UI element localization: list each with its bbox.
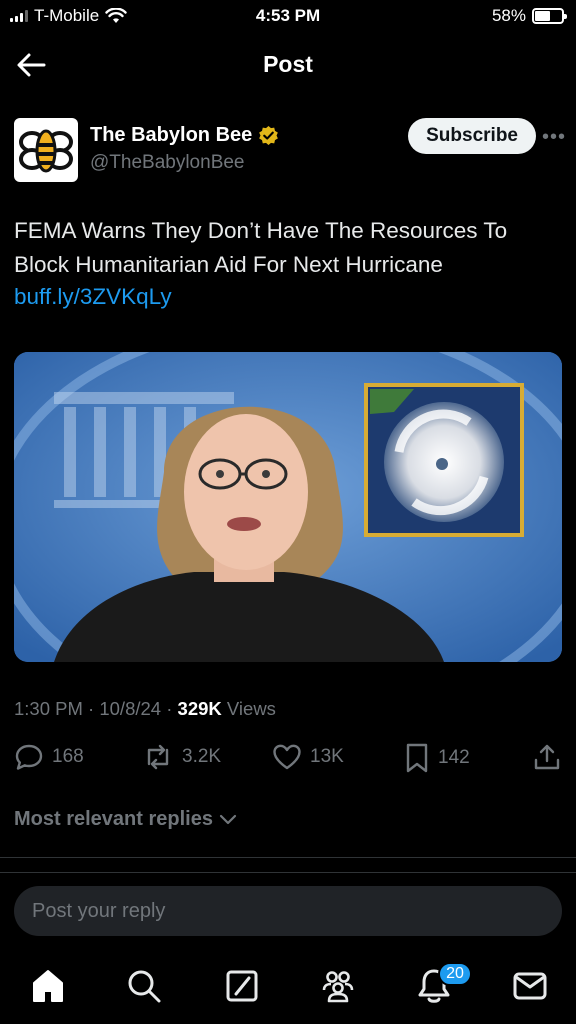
repost-button[interactable]: 3.2K [142, 742, 221, 772]
post-image[interactable] [14, 352, 562, 662]
heart-icon [273, 744, 301, 770]
share-icon [534, 744, 560, 770]
reply-input[interactable]: Post your reply [14, 886, 562, 936]
bookmark-count: 142 [438, 747, 470, 768]
reply-count: 168 [52, 746, 84, 767]
post-text: FEMA Warns They Don’t Have The Resources… [14, 218, 508, 277]
more-options-icon[interactable]: ••• [542, 126, 566, 149]
notification-badge: 20 [438, 962, 472, 986]
divider [0, 872, 576, 873]
communities-icon[interactable] [318, 966, 358, 1006]
battery-level [535, 11, 551, 21]
author-handle[interactable]: @TheBabylonBee [90, 152, 245, 174]
repost-count: 3.2K [182, 746, 222, 767]
views-label: Views [226, 698, 276, 719]
bee-logo-icon [19, 129, 73, 173]
reply-icon [15, 744, 43, 770]
share-button[interactable] [532, 742, 562, 772]
subscribe-button[interactable]: Subscribe [408, 118, 536, 154]
reply-button[interactable]: 168 [14, 742, 84, 772]
bottom-tab-bar [0, 956, 576, 1024]
battery-indicator: 58% [491, 6, 567, 26]
post-author: The Babylon Bee @TheBabylonBee Subscribe… [14, 116, 565, 186]
press-briefing-photo [14, 352, 562, 662]
like-count: 13K [310, 746, 344, 767]
divider [0, 857, 576, 858]
replies-sort-label: Most relevant replies [14, 808, 213, 830]
bookmark-icon [406, 743, 428, 773]
reply-placeholder: Post your reply [32, 900, 166, 922]
post-actions: 168 3.2K 13K 142 [14, 742, 562, 780]
grok-icon[interactable] [222, 966, 262, 1006]
repost-icon [147, 744, 169, 770]
status-bar: T-Mobile 4:53 PM 58% [0, 0, 576, 34]
avatar[interactable] [14, 118, 78, 182]
page-title: Post [263, 51, 313, 77]
post-timestamp: 1:30 PM · 10/8/24 · 329K Views [14, 698, 276, 719]
verified-badge-icon [259, 125, 279, 146]
bookmark-button[interactable]: 142 [404, 742, 470, 774]
views-count[interactable]: 329K [178, 698, 222, 719]
home-icon[interactable] [28, 966, 68, 1006]
battery-percent: 58% [491, 6, 526, 25]
battery-icon [532, 8, 567, 24]
messages-icon[interactable] [510, 966, 550, 1006]
post-link[interactable]: buff.ly/3ZVKqLy [14, 284, 172, 310]
post-date: 10/8/24 [99, 698, 162, 719]
post-time: 1:30 PM [14, 698, 83, 719]
author-name[interactable]: The Babylon Bee [90, 124, 279, 147]
author-display-name: The Babylon Bee [90, 124, 253, 146]
search-icon[interactable] [124, 966, 164, 1006]
top-header: Post [0, 34, 576, 96]
replies-sort-dropdown[interactable]: Most relevant replies [14, 808, 237, 831]
chevron-down-icon [219, 814, 237, 824]
like-button[interactable]: 13K [272, 742, 344, 772]
clock: 4:53 PM [255, 6, 321, 25]
